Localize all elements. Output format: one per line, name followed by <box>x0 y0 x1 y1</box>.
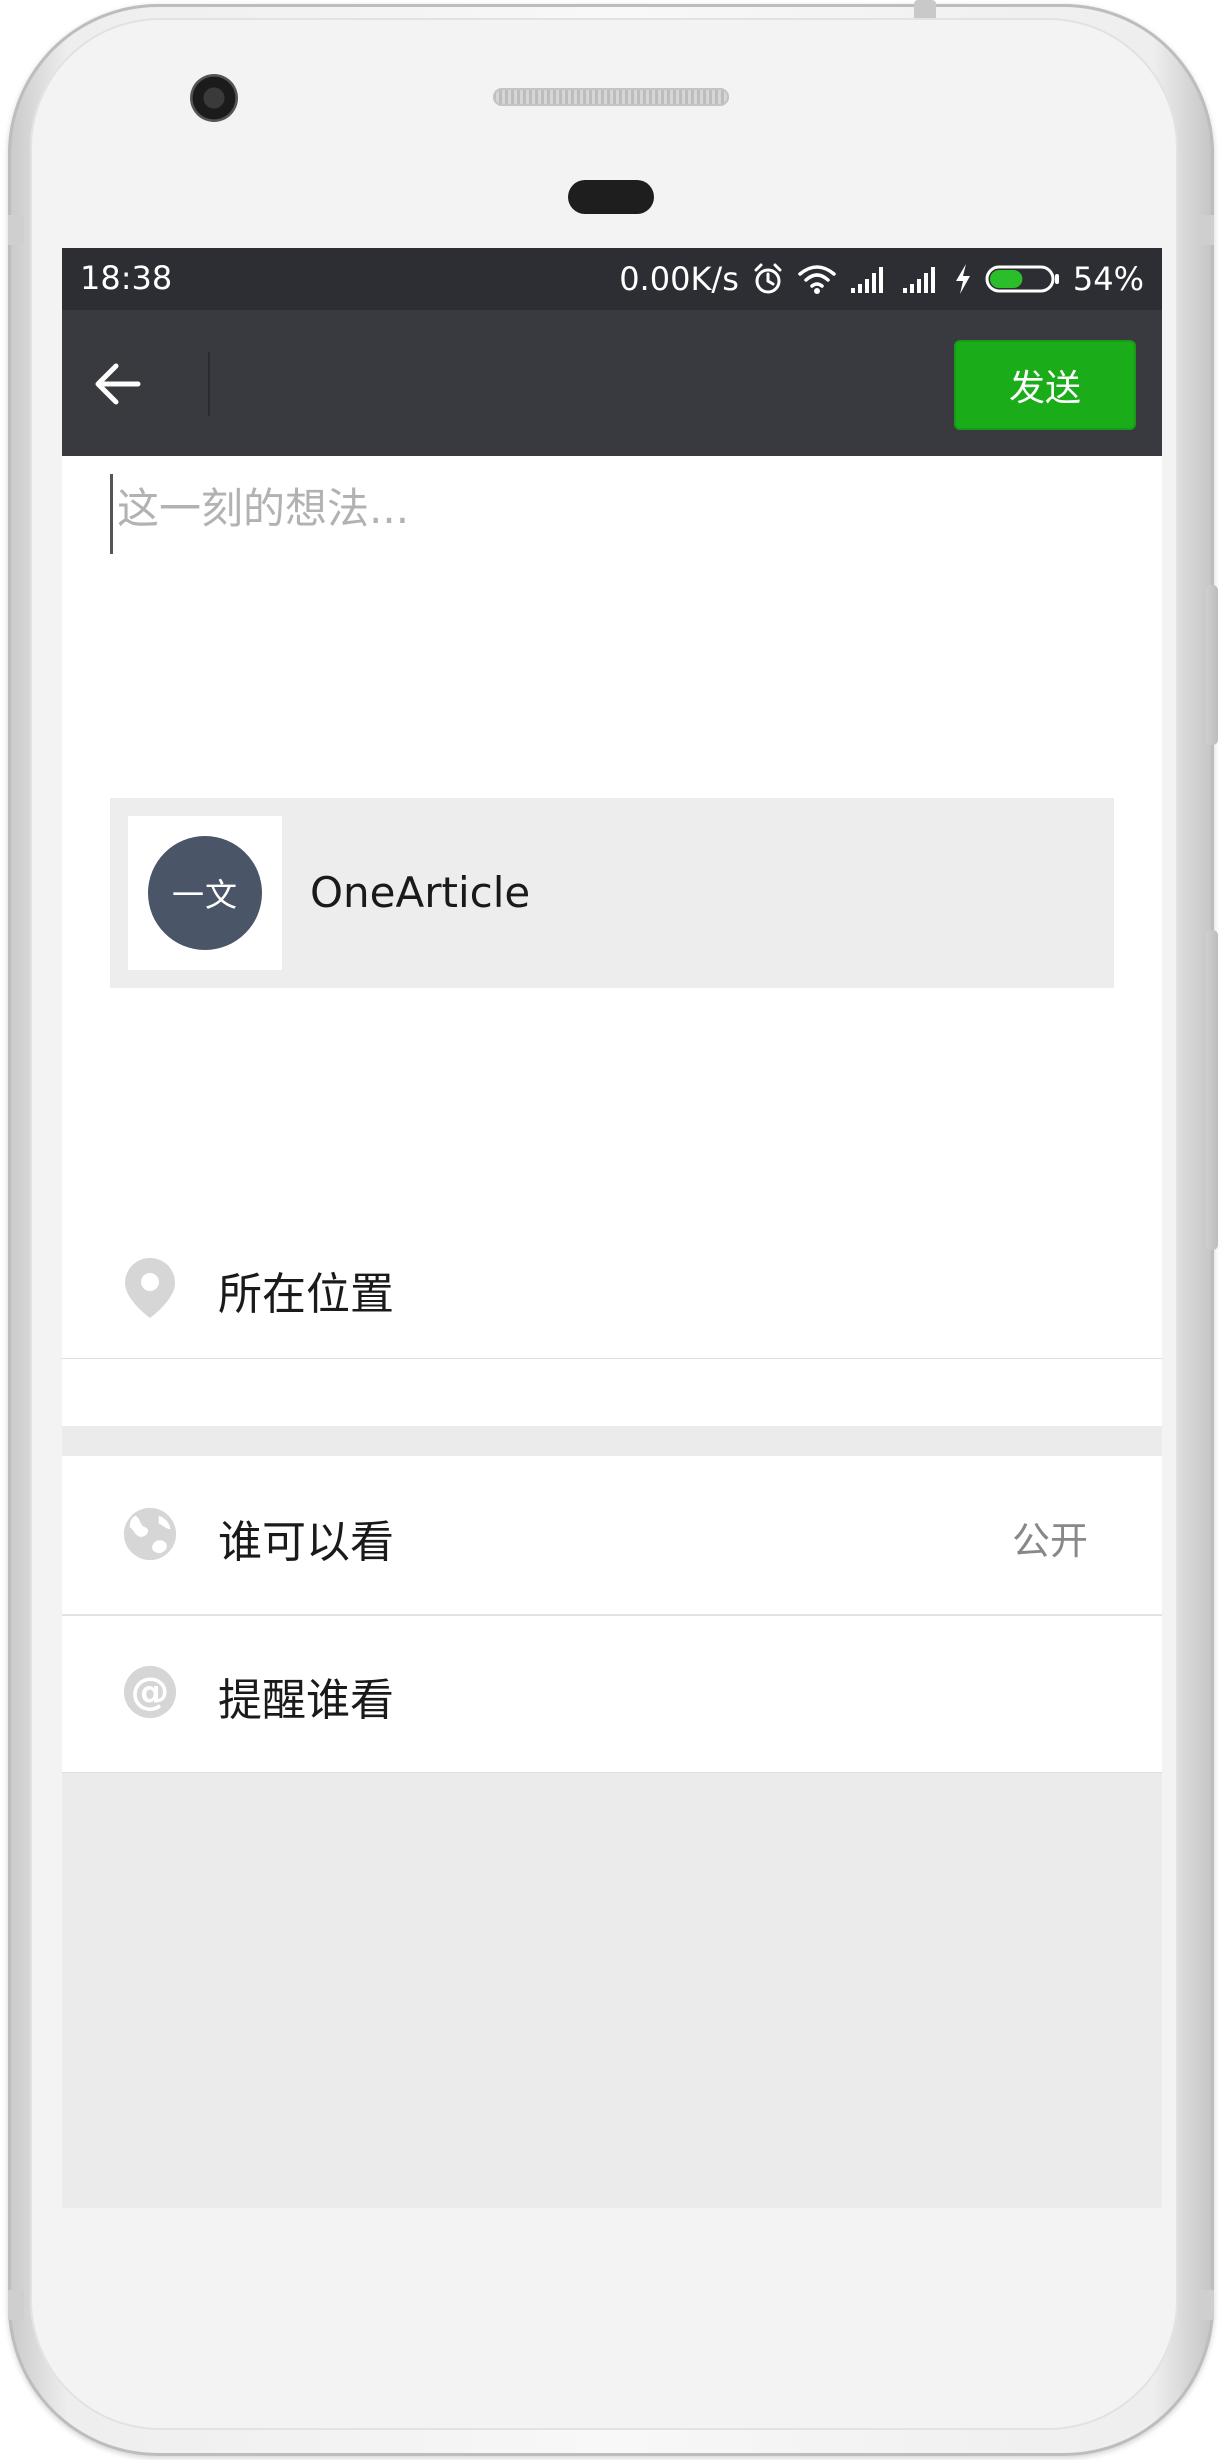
charging-icon <box>953 263 973 295</box>
wifi-icon <box>797 263 837 295</box>
visibility-value: 公开 <box>1011 1519 1088 1563</box>
nav-divider <box>208 352 210 416</box>
signal-icon <box>849 264 889 294</box>
app-logo: 一文 <box>148 836 262 950</box>
post-text-input[interactable]: 这一刻的想法... <box>110 474 1117 554</box>
shared-link-card[interactable]: 一文 OneArticle <box>110 798 1114 988</box>
shared-link-thumbnail: 一文 <box>128 816 282 970</box>
device-frame: 18:38 0.00K/s 54% 发送 这一刻的想法... 一文 OneArt… <box>0 0 1224 2460</box>
antenna-line <box>8 215 24 245</box>
battery-percent: 54% <box>1072 260 1144 298</box>
at-icon: @ <box>122 1660 178 1724</box>
location-label: 所在位置 <box>218 1269 394 1320</box>
nav-bar: 发送 <box>62 310 1162 456</box>
visibility-row[interactable]: 谁可以看 公开 <box>62 1456 1162 1616</box>
alarm-icon <box>751 262 785 296</box>
antenna-line <box>8 2290 24 2320</box>
battery-icon <box>985 264 1061 294</box>
earpiece-speaker <box>493 88 729 106</box>
signal-icon <box>901 264 941 294</box>
back-button[interactable] <box>80 346 156 422</box>
status-time: 18:38 <box>80 259 173 297</box>
visibility-label: 谁可以看 <box>218 1517 394 1568</box>
proximity-sensor <box>568 180 654 214</box>
location-row[interactable]: 所在位置 <box>62 1216 1162 1359</box>
status-indicators: 0.00K/s 54% <box>619 248 1144 310</box>
network-speed: 0.00K/s <box>619 260 739 298</box>
volume-button <box>1206 930 1218 1250</box>
mention-label: 提醒谁看 <box>218 1675 394 1726</box>
location-pin-icon <box>122 1256 178 1320</box>
globe-icon <box>122 1502 178 1566</box>
front-camera <box>190 74 238 122</box>
antenna-line <box>1198 2290 1214 2320</box>
mention-row[interactable]: @ 提醒谁看 <box>62 1616 1162 1773</box>
arrow-left-icon <box>95 363 141 405</box>
send-button[interactable]: 发送 <box>954 340 1136 430</box>
shared-link-title: OneArticle <box>310 868 531 917</box>
screen: 18:38 0.00K/s 54% 发送 这一刻的想法... 一文 OneArt… <box>62 248 1162 2208</box>
status-bar: 18:38 0.00K/s 54% <box>62 248 1162 310</box>
side-button <box>1206 585 1218 745</box>
antenna-line <box>1198 215 1214 245</box>
svg-text:@: @ <box>131 1670 170 1715</box>
